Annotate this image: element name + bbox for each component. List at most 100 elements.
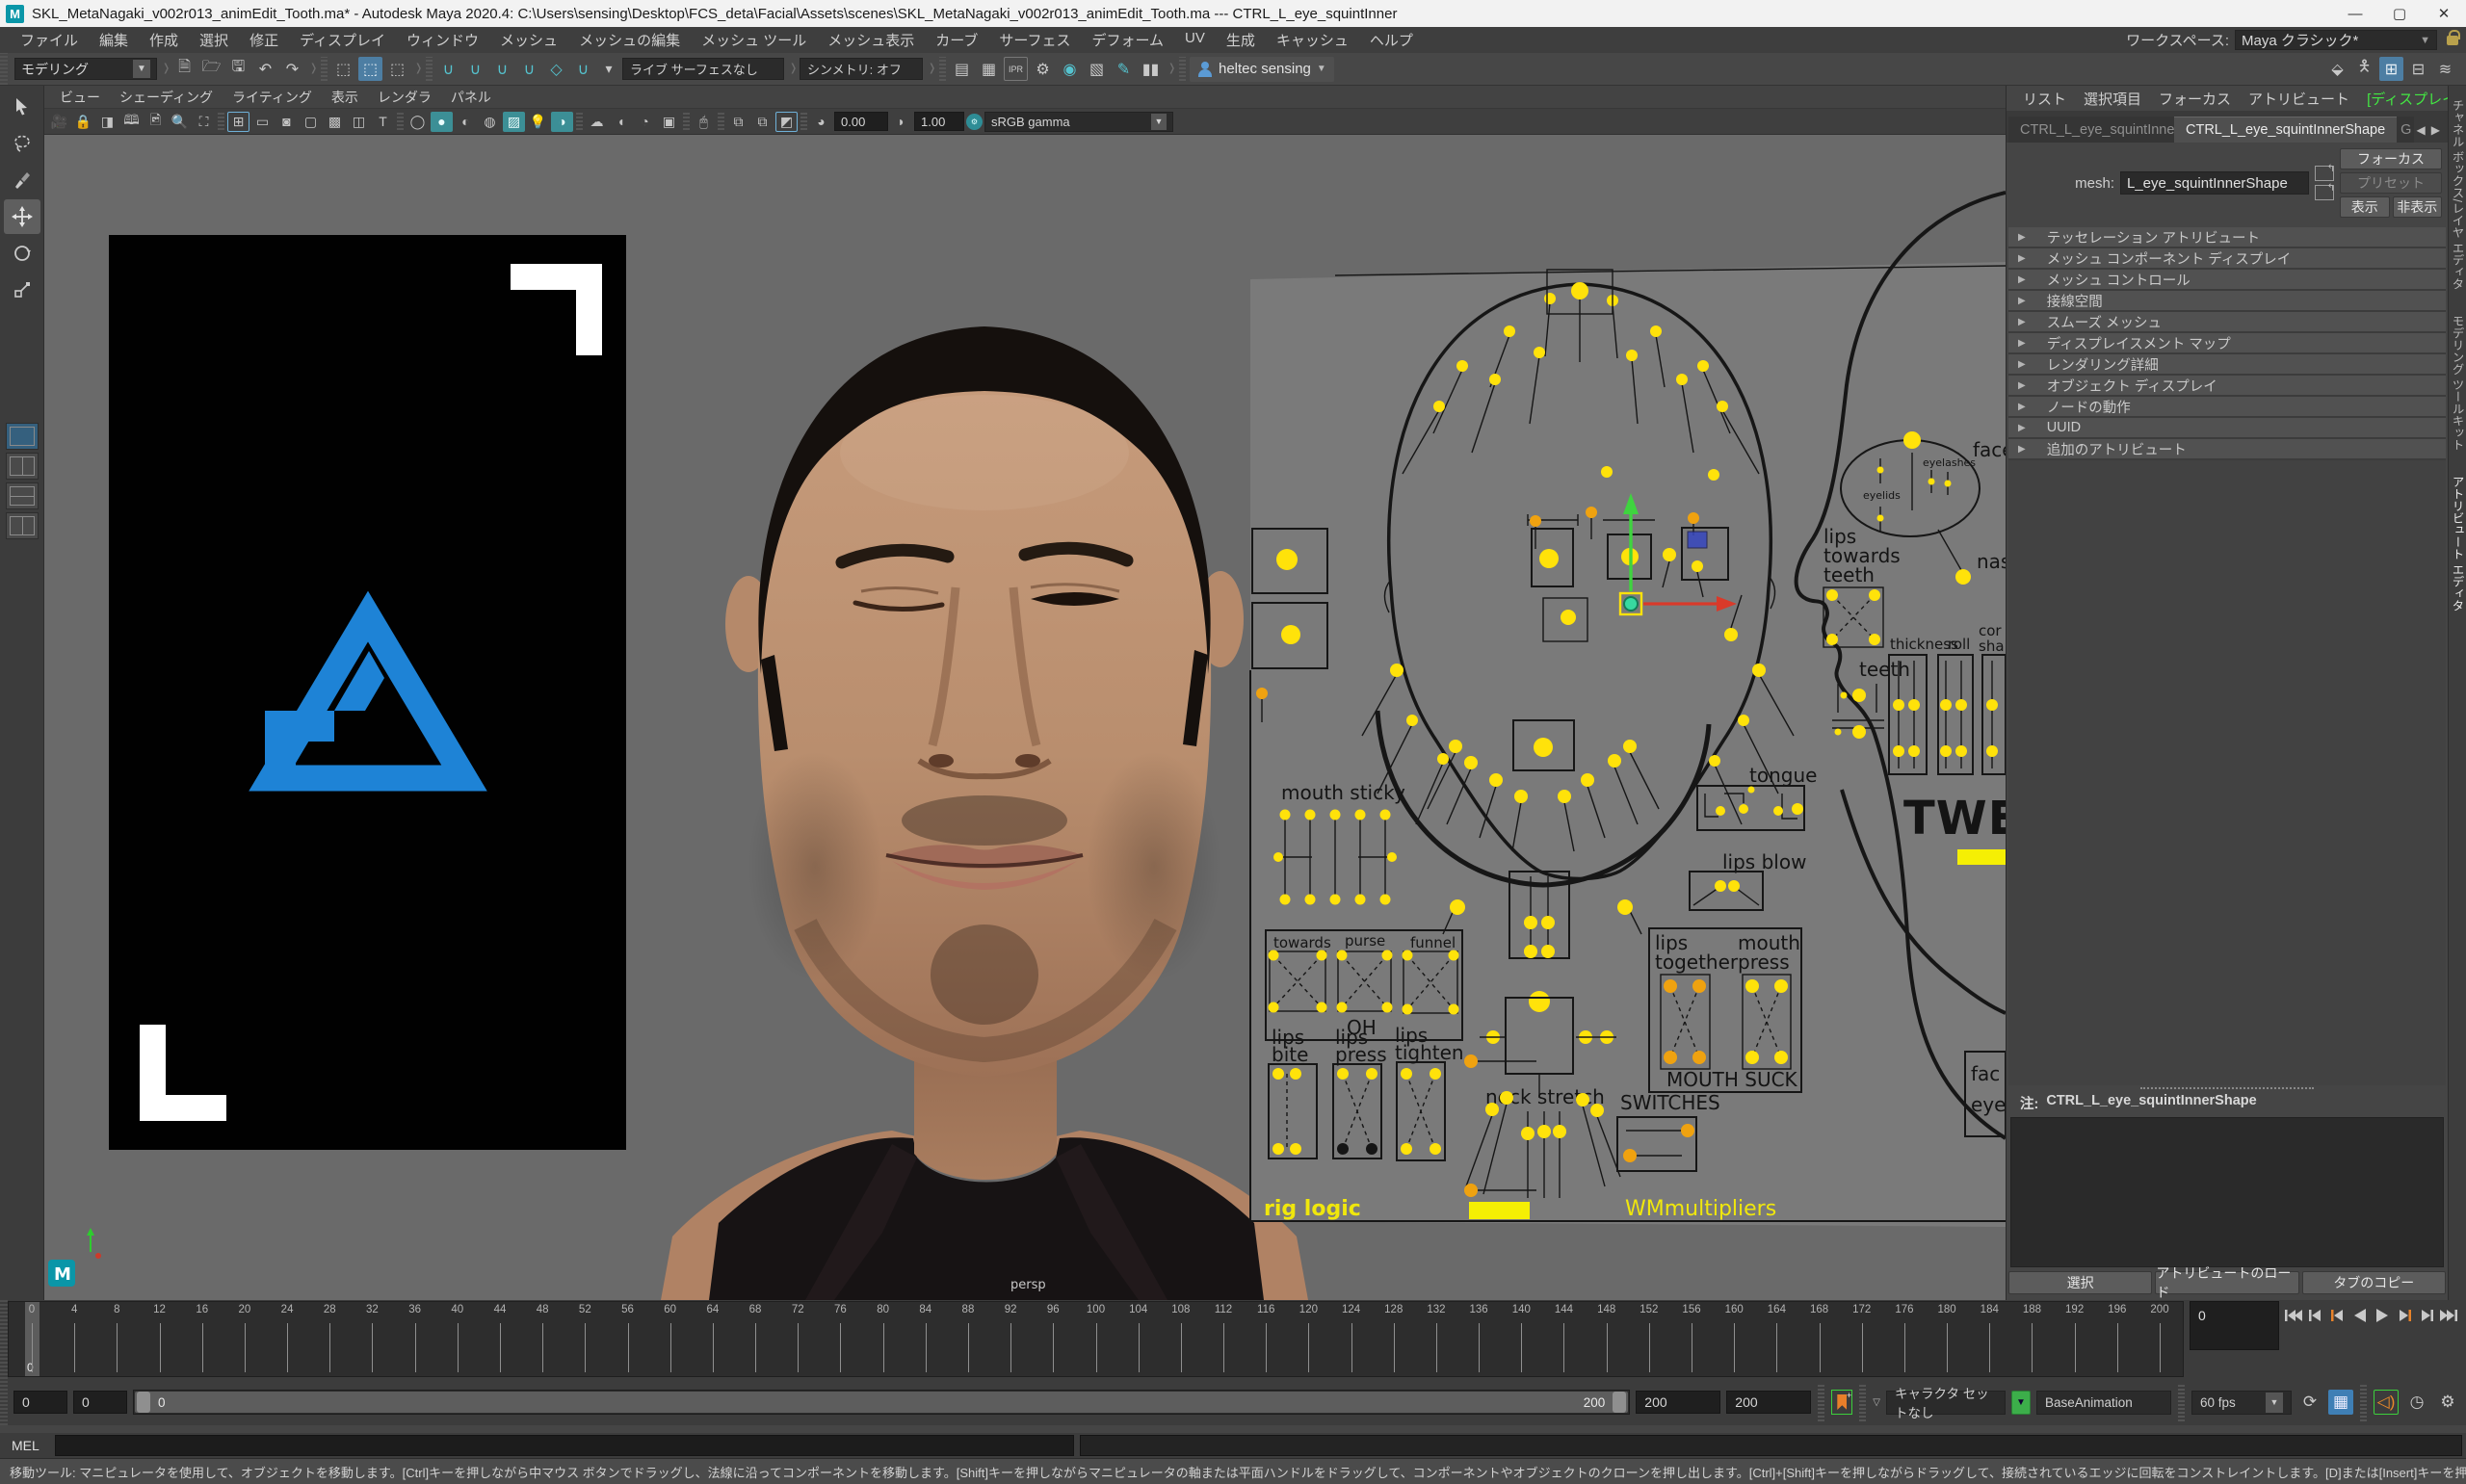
shadows-icon[interactable]: ◑ — [551, 112, 573, 132]
timeline-tick[interactable]: 148 — [1586, 1304, 1628, 1374]
menu-item[interactable]: サーフェス — [988, 30, 1081, 50]
timeline-tick[interactable]: 132 — [1415, 1304, 1457, 1374]
exposure-field[interactable]: 0.00 — [834, 112, 888, 131]
multisample-icon[interactable]: ◔ — [634, 112, 656, 132]
swap-node-icon[interactable] — [2315, 166, 2334, 181]
timeline-tick[interactable]: 128 — [1373, 1304, 1415, 1374]
time-slider[interactable]: 0 04812162024283236404448525660646872768… — [8, 1301, 2184, 1377]
animation-end-field[interactable]: 200 — [1726, 1391, 1811, 1414]
flat-shade-icon[interactable]: ◐ — [455, 112, 477, 132]
toolbar-grip[interactable] — [1179, 57, 1186, 81]
maximize-button[interactable]: ▢ — [2377, 0, 2422, 27]
color-management-icon[interactable]: ⚙ — [966, 114, 983, 130]
xray-joints-icon[interactable]: ⧉ — [751, 112, 774, 132]
attribute-section-header[interactable]: メッシュ コントロール — [2008, 270, 2446, 291]
timeline-tick[interactable]: 184 — [1968, 1304, 2010, 1374]
grid-toggle-icon[interactable]: ⊞ — [227, 112, 249, 132]
bookmark-icon[interactable]: 🕮 — [120, 112, 143, 132]
toolbar-grip[interactable] — [426, 57, 433, 81]
screen-space-ao-icon[interactable]: ☁ — [586, 112, 608, 132]
timeline-tick[interactable]: 104 — [1117, 1304, 1160, 1374]
timeline-tick[interactable]: 60 — [649, 1304, 692, 1374]
timeline-tick[interactable]: 0 — [11, 1304, 53, 1374]
account-menu[interactable]: heltec sensing ▼ — [1190, 57, 1334, 82]
timeline-tick[interactable]: 8 — [95, 1304, 138, 1374]
timeline-tick[interactable]: 88 — [947, 1304, 989, 1374]
reference-panel[interactable] — [109, 235, 626, 1150]
time-editor-icon[interactable]: ▦ — [2328, 1390, 2353, 1415]
menu-item[interactable]: ファイル — [10, 30, 89, 50]
timeline-tick[interactable]: 152 — [1628, 1304, 1670, 1374]
panel-menu-item[interactable]: パネル — [441, 88, 501, 107]
menu-item[interactable]: ウィンドウ — [396, 30, 489, 50]
timeline-tick[interactable]: 180 — [1926, 1304, 1968, 1374]
wireframe-icon[interactable]: ◯ — [407, 112, 429, 132]
ipr-render-icon[interactable]: IPR — [1004, 57, 1028, 81]
toolbar-grip[interactable] — [0, 53, 8, 85]
redo-icon[interactable]: ↷ — [280, 57, 304, 81]
attribute-section-header[interactable]: スムーズ メッシュ — [2008, 312, 2446, 333]
timeline-tick[interactable]: 176 — [1883, 1304, 1926, 1374]
render-settings-icon[interactable]: ⚙ — [1031, 57, 1055, 81]
panel-menu-item[interactable]: 表示 — [322, 88, 368, 107]
safe-action-icon[interactable]: ◫ — [348, 112, 370, 132]
depth-of-field-icon[interactable]: ▣ — [658, 112, 680, 132]
chevron-down-icon[interactable]: ▽ — [1873, 1397, 1880, 1408]
outliner-toggle-icon[interactable]: ⬙ — [2325, 57, 2349, 81]
timeline-tick[interactable]: 156 — [1670, 1304, 1713, 1374]
range-end-handle[interactable] — [1613, 1392, 1626, 1413]
snap-view-plane-icon[interactable]: ◇ — [544, 57, 568, 81]
toolbar-grip[interactable] — [321, 57, 328, 81]
snap-projected-center-icon[interactable]: ∪ — [517, 57, 541, 81]
layout-persp-outliner[interactable] — [6, 512, 39, 539]
snap-grid-icon[interactable]: ∪ — [436, 57, 460, 81]
command-line-label[interactable]: MEL — [0, 1438, 49, 1453]
toolbar-grip[interactable] — [397, 113, 404, 130]
menu-item[interactable]: キャッシュ — [1266, 30, 1359, 50]
layout-four-pane[interactable] — [6, 482, 39, 509]
panel-menu-item[interactable]: ライティング — [223, 88, 322, 107]
menu-item[interactable]: 編集 — [89, 30, 139, 50]
2d-pan-zoom-icon[interactable]: 🔍 — [169, 112, 191, 132]
snap-point-icon[interactable]: ∪ — [490, 57, 514, 81]
focus-button[interactable]: フォーカス — [2340, 148, 2442, 169]
timeline-tick[interactable]: 84 — [905, 1304, 947, 1374]
toolbar-grip[interactable] — [683, 113, 690, 130]
render-setup-icon[interactable]: ▧ — [1085, 57, 1109, 81]
timeline-tick[interactable]: 92 — [989, 1304, 1032, 1374]
ae-menu-list[interactable]: リスト — [2014, 89, 2075, 109]
attribute-editor-toggle-icon[interactable]: ⊟ — [2406, 57, 2430, 81]
timeline-tick[interactable]: 100 — [1075, 1304, 1117, 1374]
make-live-icon[interactable]: ∪ — [571, 57, 595, 81]
timeline-tick[interactable]: 120 — [1287, 1304, 1329, 1374]
viewport-canvas[interactable]: mouth sticky towards p — [44, 135, 2006, 1300]
sound-icon[interactable]: ◁) — [2374, 1390, 2399, 1415]
timeline-tick[interactable]: 24 — [266, 1304, 308, 1374]
fps-select[interactable]: 60 fps ▼ — [2191, 1391, 2292, 1415]
layer-stack-icon[interactable]: ≋ — [2433, 57, 2457, 81]
ae-menu-item[interactable]: フォーカス — [2150, 89, 2240, 109]
timeline-tick[interactable]: 28 — [308, 1304, 351, 1374]
timeline-tick[interactable]: 112 — [1202, 1304, 1245, 1374]
gate-mask-icon[interactable]: ▢ — [300, 112, 322, 132]
resolution-gate-icon[interactable]: ◙ — [275, 112, 298, 132]
range-grip[interactable] — [2178, 1383, 2185, 1421]
toolbar-grip[interactable] — [718, 113, 724, 130]
film-gate-icon[interactable]: ▭ — [251, 112, 274, 132]
playback-start-field[interactable]: 0 — [73, 1391, 127, 1414]
timeline-tick[interactable]: 76 — [819, 1304, 861, 1374]
select-object-icon[interactable]: ⬚ — [358, 57, 382, 81]
workspace-select[interactable]: Maya クラシック* ▼ — [2235, 30, 2437, 50]
toolbar-grip[interactable] — [939, 57, 946, 81]
tab-scroll-right-icon[interactable]: ▶ — [2431, 123, 2440, 137]
undo-icon[interactable]: ↶ — [253, 57, 277, 81]
menu-item[interactable]: メッシュ — [489, 30, 568, 50]
timeline-tick[interactable]: 20 — [223, 1304, 266, 1374]
playback-speed-icon[interactable]: ⚙ — [2435, 1390, 2460, 1415]
timeline-tick[interactable]: 40 — [436, 1304, 479, 1374]
select-hierarchy-icon[interactable]: ⬚ — [331, 57, 355, 81]
menu-item[interactable]: ヘルプ — [1359, 30, 1424, 50]
exposure-icon[interactable]: ◕ — [810, 112, 832, 132]
close-button[interactable]: ✕ — [2422, 0, 2466, 27]
head-model[interactable] — [661, 326, 1308, 1300]
